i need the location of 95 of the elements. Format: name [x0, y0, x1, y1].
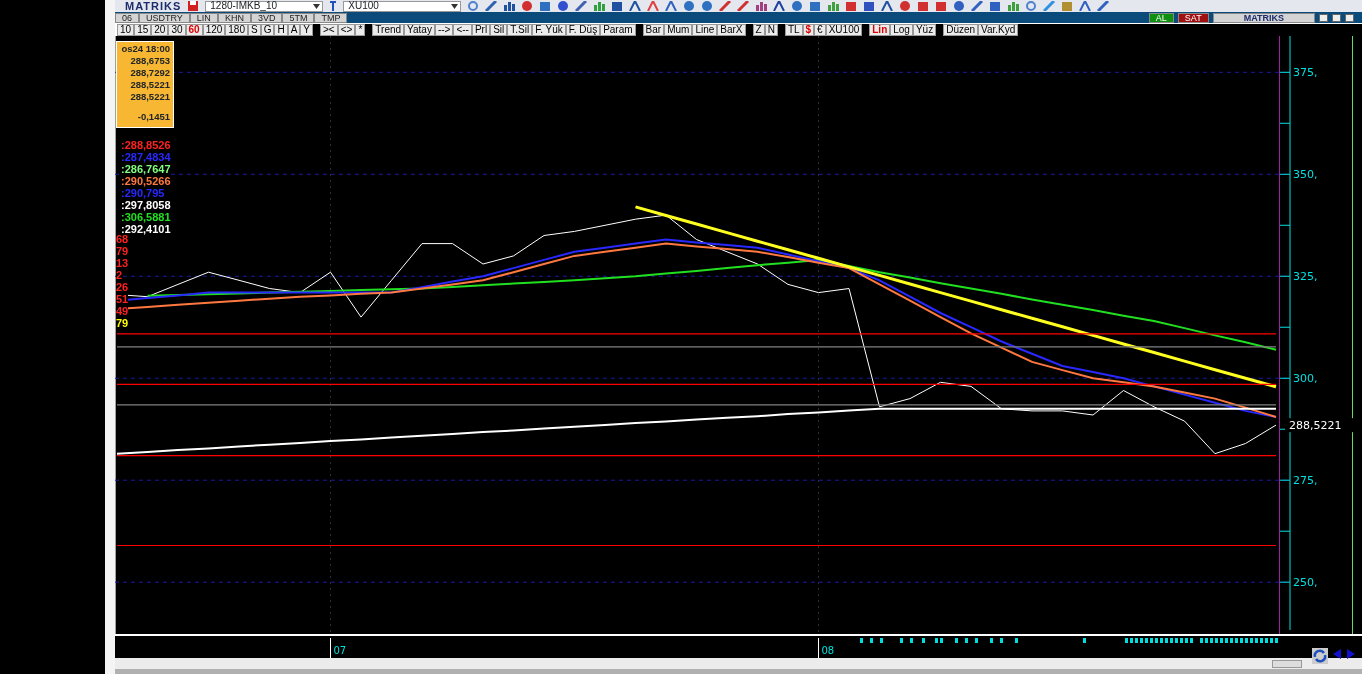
info-field: 5TM: [282, 12, 315, 23]
caret-icon: [451, 3, 459, 9]
indicator-value: 79: [116, 245, 129, 257]
save-icon[interactable]: [187, 1, 200, 11]
indicator-value: 51: [116, 293, 129, 305]
close-icon[interactable]: [1345, 13, 1354, 22]
time-axis-label: 07: [333, 645, 347, 656]
toolbar-button[interactable]: <>: [337, 23, 356, 36]
pencil-icon[interactable]: [485, 1, 498, 11]
indicator-value: 49: [116, 305, 129, 317]
caret-icon: [313, 3, 321, 9]
app-logo: MATRIKS: [125, 0, 182, 12]
bar-chart-icon[interactable]: [593, 1, 606, 11]
indicator-value: 13: [116, 257, 129, 269]
toolbar-button[interactable]: Var.Kyd: [978, 23, 1019, 36]
info-field: LIN: [189, 12, 218, 23]
left-arrow-icon[interactable]: [1332, 648, 1342, 660]
indicator-value: :290,5266: [121, 175, 171, 187]
layout-select[interactable]: 1280-IMKB_10: [205, 0, 324, 12]
toolbar-button[interactable]: 30: [168, 23, 186, 36]
minimize-icon[interactable]: [1319, 13, 1328, 22]
indicator-value: :290,795: [121, 187, 165, 199]
price-value: 288,5221: [129, 79, 170, 91]
toolbar-button[interactable]: Log: [890, 23, 913, 36]
magnifier-icon[interactable]: [467, 1, 480, 11]
toolbar-button[interactable]: Y: [300, 23, 314, 36]
axis-label: 325,: [1293, 270, 1318, 284]
axis-label: 350,: [1293, 168, 1318, 182]
indicator-value: :292,4101: [121, 223, 171, 235]
toolbar-button[interactable]: TL: [784, 23, 803, 36]
toolbar-button[interactable]: 180: [225, 23, 248, 36]
info-field: 06: [115, 12, 139, 23]
cursor-icon[interactable]: [329, 1, 338, 11]
info-field: TMP: [314, 12, 348, 23]
info-field: USDTRY: [139, 12, 190, 23]
toolbar-button[interactable]: H: [274, 23, 288, 36]
bar-chart-icon[interactable]: [503, 1, 516, 11]
toolbar-button[interactable]: 20: [151, 23, 169, 36]
indicator-value: :286,7647: [121, 163, 171, 175]
indicator-value: :288,8526: [121, 139, 171, 151]
indicator-value: :297,8058: [121, 199, 171, 211]
axis-label: 300,: [1293, 372, 1318, 386]
toolbar-button[interactable]: S: [248, 23, 261, 36]
magnifier-icon[interactable]: [1025, 1, 1038, 11]
date-label: os24 18:00: [120, 43, 170, 55]
right-arrow-icon[interactable]: [1346, 648, 1356, 660]
toolbar-button[interactable]: XU100: [825, 23, 863, 36]
toolbar-button[interactable]: Param: [600, 23, 636, 36]
scrollbar-thumb[interactable]: [1272, 659, 1302, 668]
toolbar-button[interactable]: F. Düş: [565, 23, 601, 36]
toolbar-button[interactable]: Prl: [471, 23, 491, 36]
restore-icon[interactable]: [1332, 13, 1341, 22]
info-field: KHN: [217, 12, 251, 23]
symbol-select[interactable]: XU100: [343, 0, 462, 12]
toolbar-button[interactable]: Trend: [372, 23, 405, 36]
time-axis-label: 08: [821, 645, 835, 656]
toolbar-button[interactable]: T.Sil: [507, 23, 533, 36]
toolbar-button[interactable]: Düzen: [943, 23, 979, 36]
axis-label: 250,: [1293, 576, 1318, 590]
toolbar-button[interactable]: Lin: [869, 23, 891, 36]
toolbar-button[interactable]: 120: [202, 23, 226, 36]
toolbar-button[interactable]: ><: [320, 23, 338, 36]
axis-label: 375,: [1293, 66, 1318, 80]
price-value: 288,6753: [129, 55, 170, 67]
indicator-value: 2: [116, 269, 123, 281]
toolbar-button[interactable]: Line: [692, 23, 718, 36]
toolbar-button[interactable]: F. Yük: [532, 23, 566, 36]
indicator-value: :287,4834: [121, 151, 171, 163]
toolbar-button[interactable]: BarX: [717, 23, 746, 36]
indicator-value: 68: [116, 233, 129, 245]
last-price-label: 288,5221: [1285, 418, 1355, 433]
toolbar-button[interactable]: Sil: [490, 23, 508, 36]
indicator-value: 79: [116, 317, 129, 329]
toolbar-button[interactable]: -->: [434, 23, 454, 36]
toolbar-button[interactable]: Yatay: [404, 23, 435, 36]
toolbar-button[interactable]: Mum: [664, 23, 693, 36]
toolbar-button[interactable]: Bar: [642, 23, 665, 36]
info-field: 3VD: [250, 12, 283, 23]
toolbar-button[interactable]: 60: [185, 23, 203, 36]
brand-logo: MATRIKS: [1212, 12, 1315, 23]
toolbar-button[interactable]: €: [814, 23, 826, 36]
toolbar-button[interactable]: <--: [453, 23, 472, 36]
refresh-icon[interactable]: [1312, 648, 1328, 664]
axis-label: 275,: [1293, 474, 1318, 488]
toolbar-button[interactable]: Yüz: [912, 23, 937, 36]
buy-button[interactable]: AL: [1148, 12, 1174, 23]
change-value: -0,1451: [136, 111, 170, 123]
toolbar-button[interactable]: 10: [117, 23, 135, 36]
indicator-value: :306,5881: [121, 211, 171, 223]
price-value: 288,7292: [129, 67, 170, 79]
toolbar-button[interactable]: *: [355, 23, 366, 36]
indicator-value: 26: [116, 281, 129, 293]
toolbar-button[interactable]: 15: [134, 23, 152, 36]
sell-button[interactable]: SAT: [1177, 12, 1209, 23]
price-value: 288,5221: [129, 91, 170, 103]
